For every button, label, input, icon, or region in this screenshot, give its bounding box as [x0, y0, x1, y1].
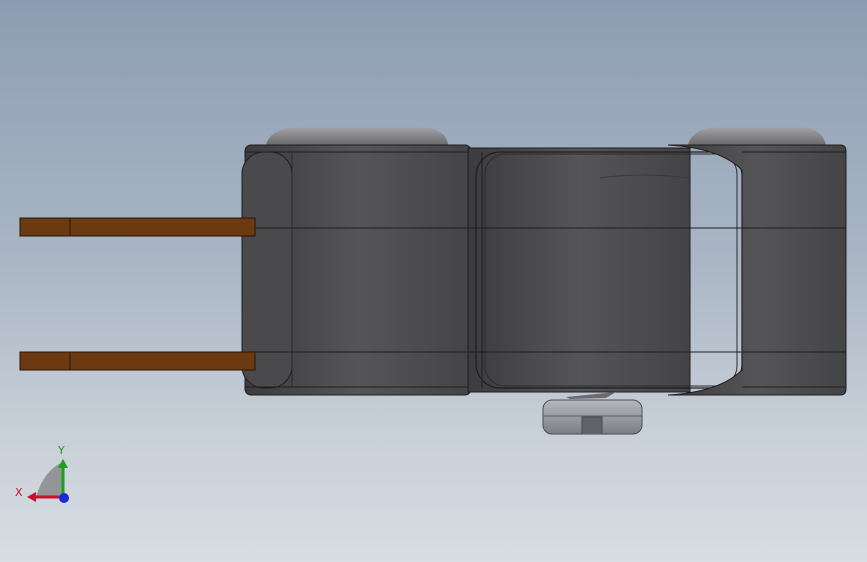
cad-graphics-viewport[interactable]: Y X [0, 0, 867, 562]
lead-lower [19, 351, 256, 371]
housing-left [241, 144, 472, 396]
switch-model-top-view[interactable] [0, 0, 867, 562]
lead-upper [19, 217, 256, 237]
housing-right [667, 144, 847, 396]
top-cap-right [688, 127, 826, 145]
bottom-knob [542, 392, 643, 435]
coordinate-triad: Y X [14, 440, 84, 510]
housing-center [467, 147, 743, 393]
triad-x-arrow [27, 492, 36, 502]
triad-y-arrow [58, 459, 68, 468]
top-cap-left [266, 127, 448, 145]
triad-x-label: X [15, 486, 23, 499]
triad-y-label: Y [58, 444, 65, 457]
triad-z-axis [59, 493, 69, 503]
